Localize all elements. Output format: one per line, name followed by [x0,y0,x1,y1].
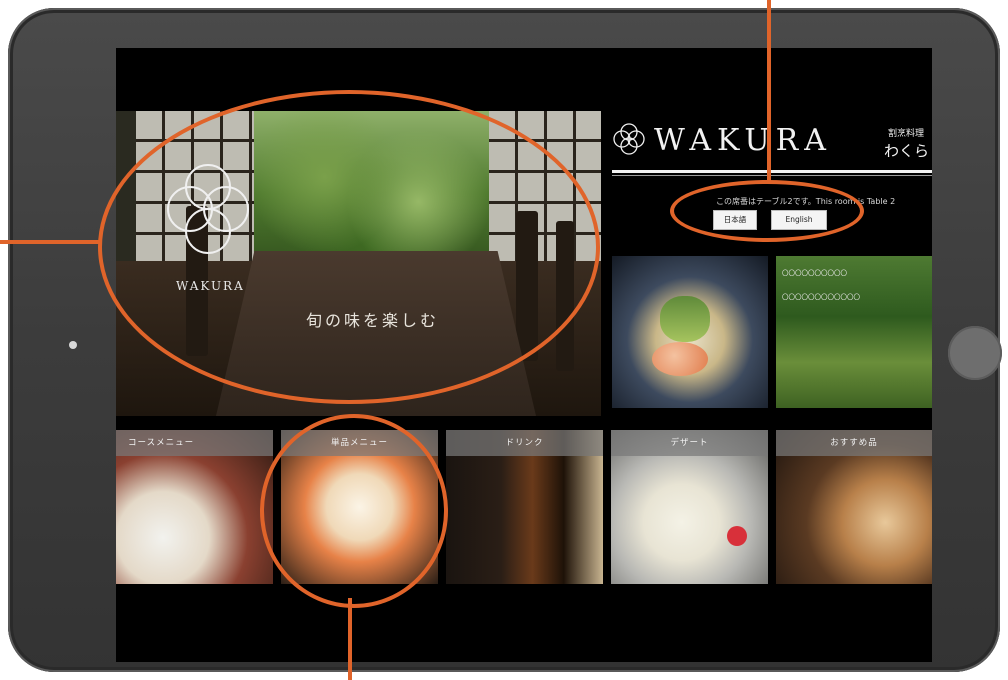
menu-tile-a-la-carte[interactable]: 単品メニュー [281,430,438,584]
garden-caption-line: 〇〇〇〇〇〇〇〇〇〇 [782,269,847,277]
japanese-language-button[interactable]: 日本語 [713,210,757,230]
hero-banner[interactable]: WAKURA 旬の味を楽しむ [116,111,601,416]
menu-tile-label: コースメニュー [116,430,273,456]
garden-caption: 〇〇〇〇〇〇〇〇〇〇 〇〇〇〇〇〇〇〇〇〇〇〇 [782,268,860,302]
chair [556,221,574,371]
hero-tagline: 旬の味を楽しむ [306,311,440,330]
camera-dot [69,341,77,349]
chair [516,211,538,361]
annotation-line-top [767,0,771,182]
brand-subtitle-kana: わくら [884,142,930,160]
home-button[interactable] [948,326,1002,380]
menu-tile-dessert[interactable]: デザート [611,430,768,584]
brand-subtitle-kanji: 割烹料理 [888,129,925,139]
header-divider-thin [612,175,932,176]
feature-tile-seasonal-dish[interactable] [612,256,768,408]
wakura-flower-icon [167,164,249,254]
annotation-line-bottom [348,598,352,680]
garden-caption-line: 〇〇〇〇〇〇〇〇〇〇〇〇 [782,293,860,301]
english-language-button[interactable]: English [771,210,827,230]
strawberry [727,526,747,546]
app-screen: WAKURA 旬の味を楽しむ WAKURA 割烹料理 わくら この席番はテーブル… [116,48,932,662]
wakura-flower-icon [613,123,645,155]
menu-tile-label: おすすめ品 [776,430,932,456]
menu-tile-recommended[interactable]: おすすめ品 [776,430,932,584]
shrimp [652,342,708,376]
feature-tile-garden[interactable]: 〇〇〇〇〇〇〇〇〇〇 〇〇〇〇〇〇〇〇〇〇〇〇 [776,256,932,408]
menu-tile-drinks[interactable]: ドリンク [446,430,603,584]
header-divider [612,170,932,173]
menu-tile-label: デザート [611,430,768,456]
brand-title: WAKURA [654,123,832,158]
tablet-frame: WAKURA 旬の味を楽しむ WAKURA 割烹料理 わくら この席番はテーブル… [8,8,1002,672]
menu-tile-label: ドリンク [446,430,603,456]
menu-tile-course[interactable]: コースメニュー [116,430,273,584]
annotation-line-left [0,240,100,244]
brand-header: WAKURA 割烹料理 わくら [612,122,932,182]
vegetable-garnish [660,296,710,342]
shoji-screen-right [489,111,601,261]
menu-tile-label: 単品メニュー [281,430,438,456]
dining-table [216,251,536,416]
table-info-text: この席番はテーブル2です。This room is Table 2 [716,197,896,206]
hero-brand-name: WAKURA [176,279,245,293]
